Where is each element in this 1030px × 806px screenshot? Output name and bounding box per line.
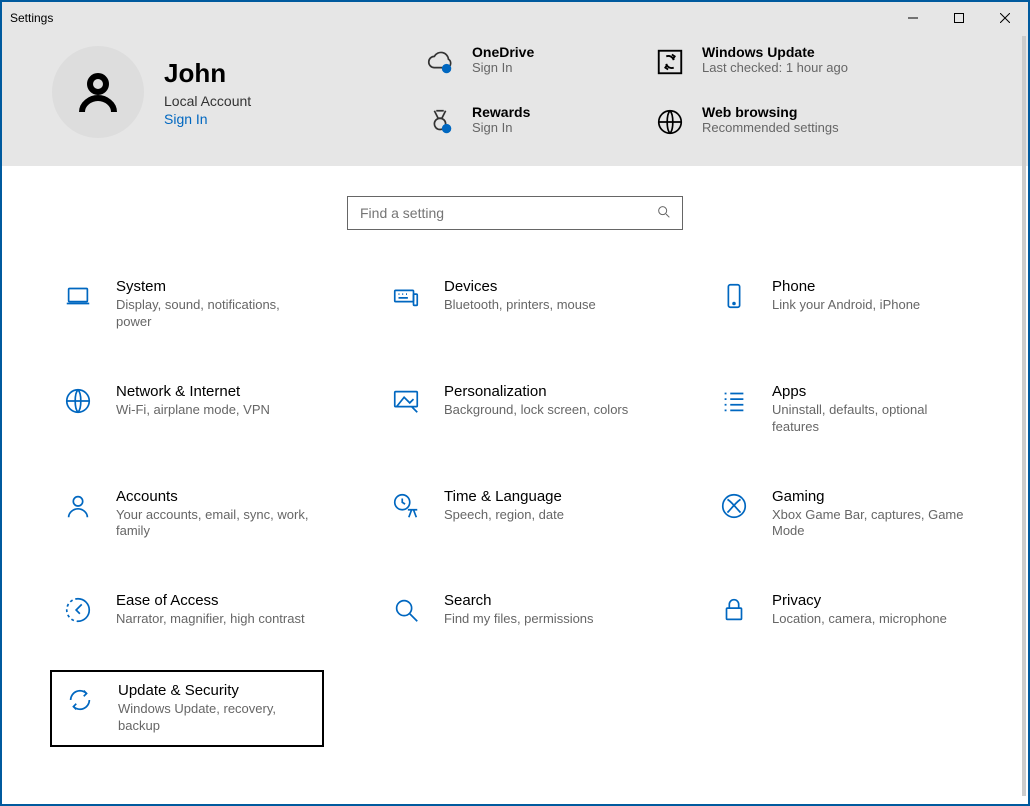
cat-title: Update & Security bbox=[118, 682, 312, 699]
maximize-button[interactable] bbox=[936, 2, 982, 34]
cat-sub: Speech, region, date bbox=[444, 507, 564, 524]
status-web-browsing[interactable]: Web browsing Recommended settings bbox=[652, 104, 872, 140]
keyboard-icon bbox=[388, 278, 424, 314]
ease-of-access-icon bbox=[60, 592, 96, 628]
status-title: Rewards bbox=[472, 104, 530, 120]
cat-devices[interactable]: Devices Bluetooth, printers, mouse bbox=[380, 270, 650, 339]
cat-update-security[interactable]: Update & Security Windows Update, recove… bbox=[50, 670, 324, 747]
cat-sub: Display, sound, notifications, power bbox=[116, 297, 314, 331]
avatar-icon bbox=[52, 46, 144, 138]
sign-in-link[interactable]: Sign In bbox=[164, 111, 208, 127]
cat-title: Network & Internet bbox=[116, 383, 270, 400]
cat-search[interactable]: Search Find my files, permissions bbox=[380, 584, 650, 636]
status-title: OneDrive bbox=[472, 44, 534, 60]
sync-icon bbox=[652, 44, 688, 80]
window-title: Settings bbox=[10, 11, 53, 25]
status-sub: Last checked: 1 hour ago bbox=[702, 60, 848, 75]
cat-title: Accounts bbox=[116, 488, 314, 505]
account-type: Local Account bbox=[164, 93, 251, 109]
cat-system[interactable]: System Display, sound, notifications, po… bbox=[52, 270, 322, 339]
status-windows-update[interactable]: Windows Update Last checked: 1 hour ago bbox=[652, 44, 872, 80]
cat-sub: Background, lock screen, colors bbox=[444, 402, 628, 419]
cat-title: Phone bbox=[772, 278, 920, 295]
categories-grid: System Display, sound, notifications, po… bbox=[2, 230, 1028, 765]
cat-title: System bbox=[116, 278, 314, 295]
cat-sub: Uninstall, defaults, optional features bbox=[772, 402, 970, 436]
cat-phone[interactable]: Phone Link your Android, iPhone bbox=[708, 270, 978, 339]
status-onedrive[interactable]: OneDrive Sign In bbox=[422, 44, 642, 80]
cat-time-language[interactable]: Time & Language Speech, region, date bbox=[380, 480, 650, 549]
status-rewards[interactable]: Rewards Sign In bbox=[422, 104, 642, 140]
cat-sub: Find my files, permissions bbox=[444, 611, 594, 628]
status-sub: Recommended settings bbox=[702, 120, 839, 135]
search-box[interactable] bbox=[347, 196, 683, 230]
cat-sub: Narrator, magnifier, high contrast bbox=[116, 611, 305, 628]
cat-accounts[interactable]: Accounts Your accounts, email, sync, wor… bbox=[52, 480, 322, 549]
cat-sub: Xbox Game Bar, captures, Game Mode bbox=[772, 507, 970, 541]
cat-sub: Your accounts, email, sync, work, family bbox=[116, 507, 314, 541]
cat-title: Devices bbox=[444, 278, 596, 295]
cat-network[interactable]: Network & Internet Wi-Fi, airplane mode,… bbox=[52, 375, 322, 444]
cat-personalization[interactable]: Personalization Background, lock screen,… bbox=[380, 375, 650, 444]
globe-icon bbox=[652, 104, 688, 140]
status-title: Windows Update bbox=[702, 44, 848, 60]
close-button[interactable] bbox=[982, 2, 1028, 34]
cat-gaming[interactable]: Gaming Xbox Game Bar, captures, Game Mod… bbox=[708, 480, 978, 549]
status-sub: Sign In bbox=[472, 120, 530, 135]
cat-title: Privacy bbox=[772, 592, 947, 609]
search-input[interactable] bbox=[358, 204, 656, 222]
status-title: Web browsing bbox=[702, 104, 839, 120]
search-icon bbox=[388, 592, 424, 628]
cat-sub: Wi-Fi, airplane mode, VPN bbox=[116, 402, 270, 419]
cat-sub: Windows Update, recovery, backup bbox=[118, 701, 312, 735]
paintbrush-icon bbox=[388, 383, 424, 419]
cat-title: Personalization bbox=[444, 383, 628, 400]
update-icon bbox=[62, 682, 98, 718]
header-panel: John Local Account Sign In OneDrive Sign… bbox=[2, 34, 1028, 166]
scrollbar[interactable] bbox=[1022, 36, 1026, 796]
medal-icon bbox=[422, 104, 458, 140]
xbox-icon bbox=[716, 488, 752, 524]
cat-title: Time & Language bbox=[444, 488, 564, 505]
cat-apps[interactable]: Apps Uninstall, defaults, optional featu… bbox=[708, 375, 978, 444]
cat-sub: Bluetooth, printers, mouse bbox=[444, 297, 596, 314]
minimize-button[interactable] bbox=[890, 2, 936, 34]
search-icon bbox=[656, 204, 672, 223]
user-block[interactable]: John Local Account Sign In bbox=[52, 44, 382, 140]
cat-privacy[interactable]: Privacy Location, camera, microphone bbox=[708, 584, 978, 636]
title-bar: Settings bbox=[2, 2, 1028, 34]
time-language-icon bbox=[388, 488, 424, 524]
cat-title: Search bbox=[444, 592, 594, 609]
phone-icon bbox=[716, 278, 752, 314]
laptop-icon bbox=[60, 278, 96, 314]
user-name: John bbox=[164, 58, 251, 89]
cloud-icon bbox=[422, 44, 458, 80]
status-grid: OneDrive Sign In Windows Update Last che… bbox=[422, 44, 872, 140]
cat-sub: Link your Android, iPhone bbox=[772, 297, 920, 314]
cat-ease-of-access[interactable]: Ease of Access Narrator, magnifier, high… bbox=[52, 584, 322, 636]
globe-icon bbox=[60, 383, 96, 419]
lock-icon bbox=[716, 592, 752, 628]
apps-list-icon bbox=[716, 383, 752, 419]
cat-title: Apps bbox=[772, 383, 970, 400]
cat-title: Gaming bbox=[772, 488, 970, 505]
cat-sub: Location, camera, microphone bbox=[772, 611, 947, 628]
cat-title: Ease of Access bbox=[116, 592, 305, 609]
status-sub: Sign In bbox=[472, 60, 534, 75]
search-row bbox=[2, 196, 1028, 230]
person-icon bbox=[60, 488, 96, 524]
